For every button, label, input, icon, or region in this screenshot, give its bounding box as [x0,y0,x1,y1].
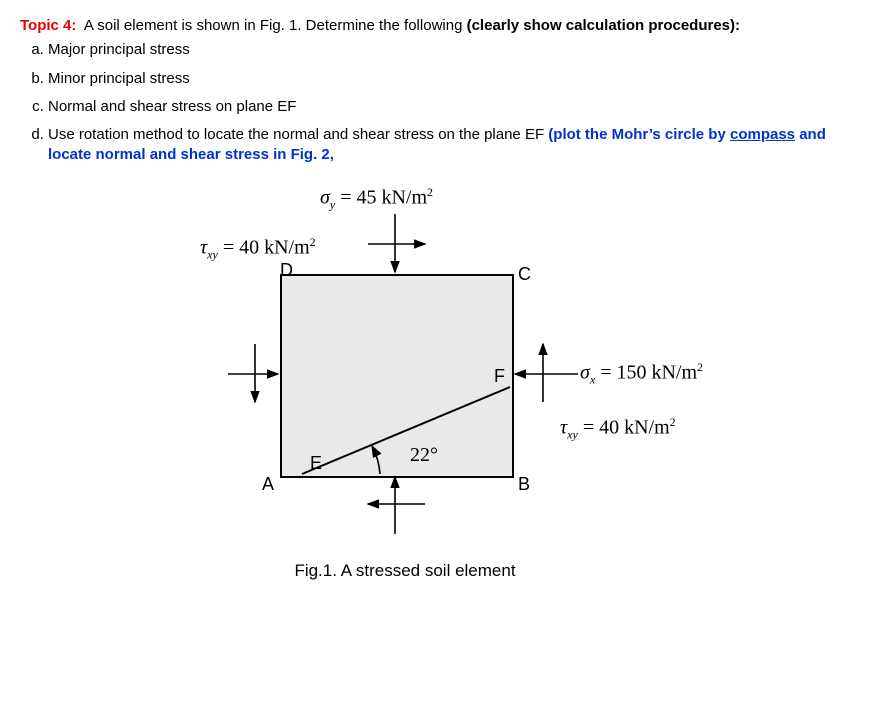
figure-caption: Fig.1. A stressed soil element [240,560,570,583]
question-list: Major principal stress Minor principal s… [48,40,862,165]
topic-bold-tail: (clearly show calculation procedures): [467,17,740,34]
item-d: Use rotation method to locate the normal… [48,125,862,166]
angle-arc [372,446,380,474]
topic-text: A soil element is shown in Fig. 1. Deter… [81,17,467,34]
problem-header: Topic 4: A soil element is shown in Fig.… [20,16,862,36]
item-c: Normal and shear stress on plane EF [48,97,862,117]
item-b: Minor principal stress [48,69,862,89]
arrows-svg [80,184,730,564]
figure-1: σy = 45 kN/m2 τxy = 40 kN/m2 σx = 150 kN… [80,184,730,614]
item-a: Major principal stress [48,40,862,60]
topic-label: Topic 4: [20,17,81,34]
plane-EF [302,387,510,474]
